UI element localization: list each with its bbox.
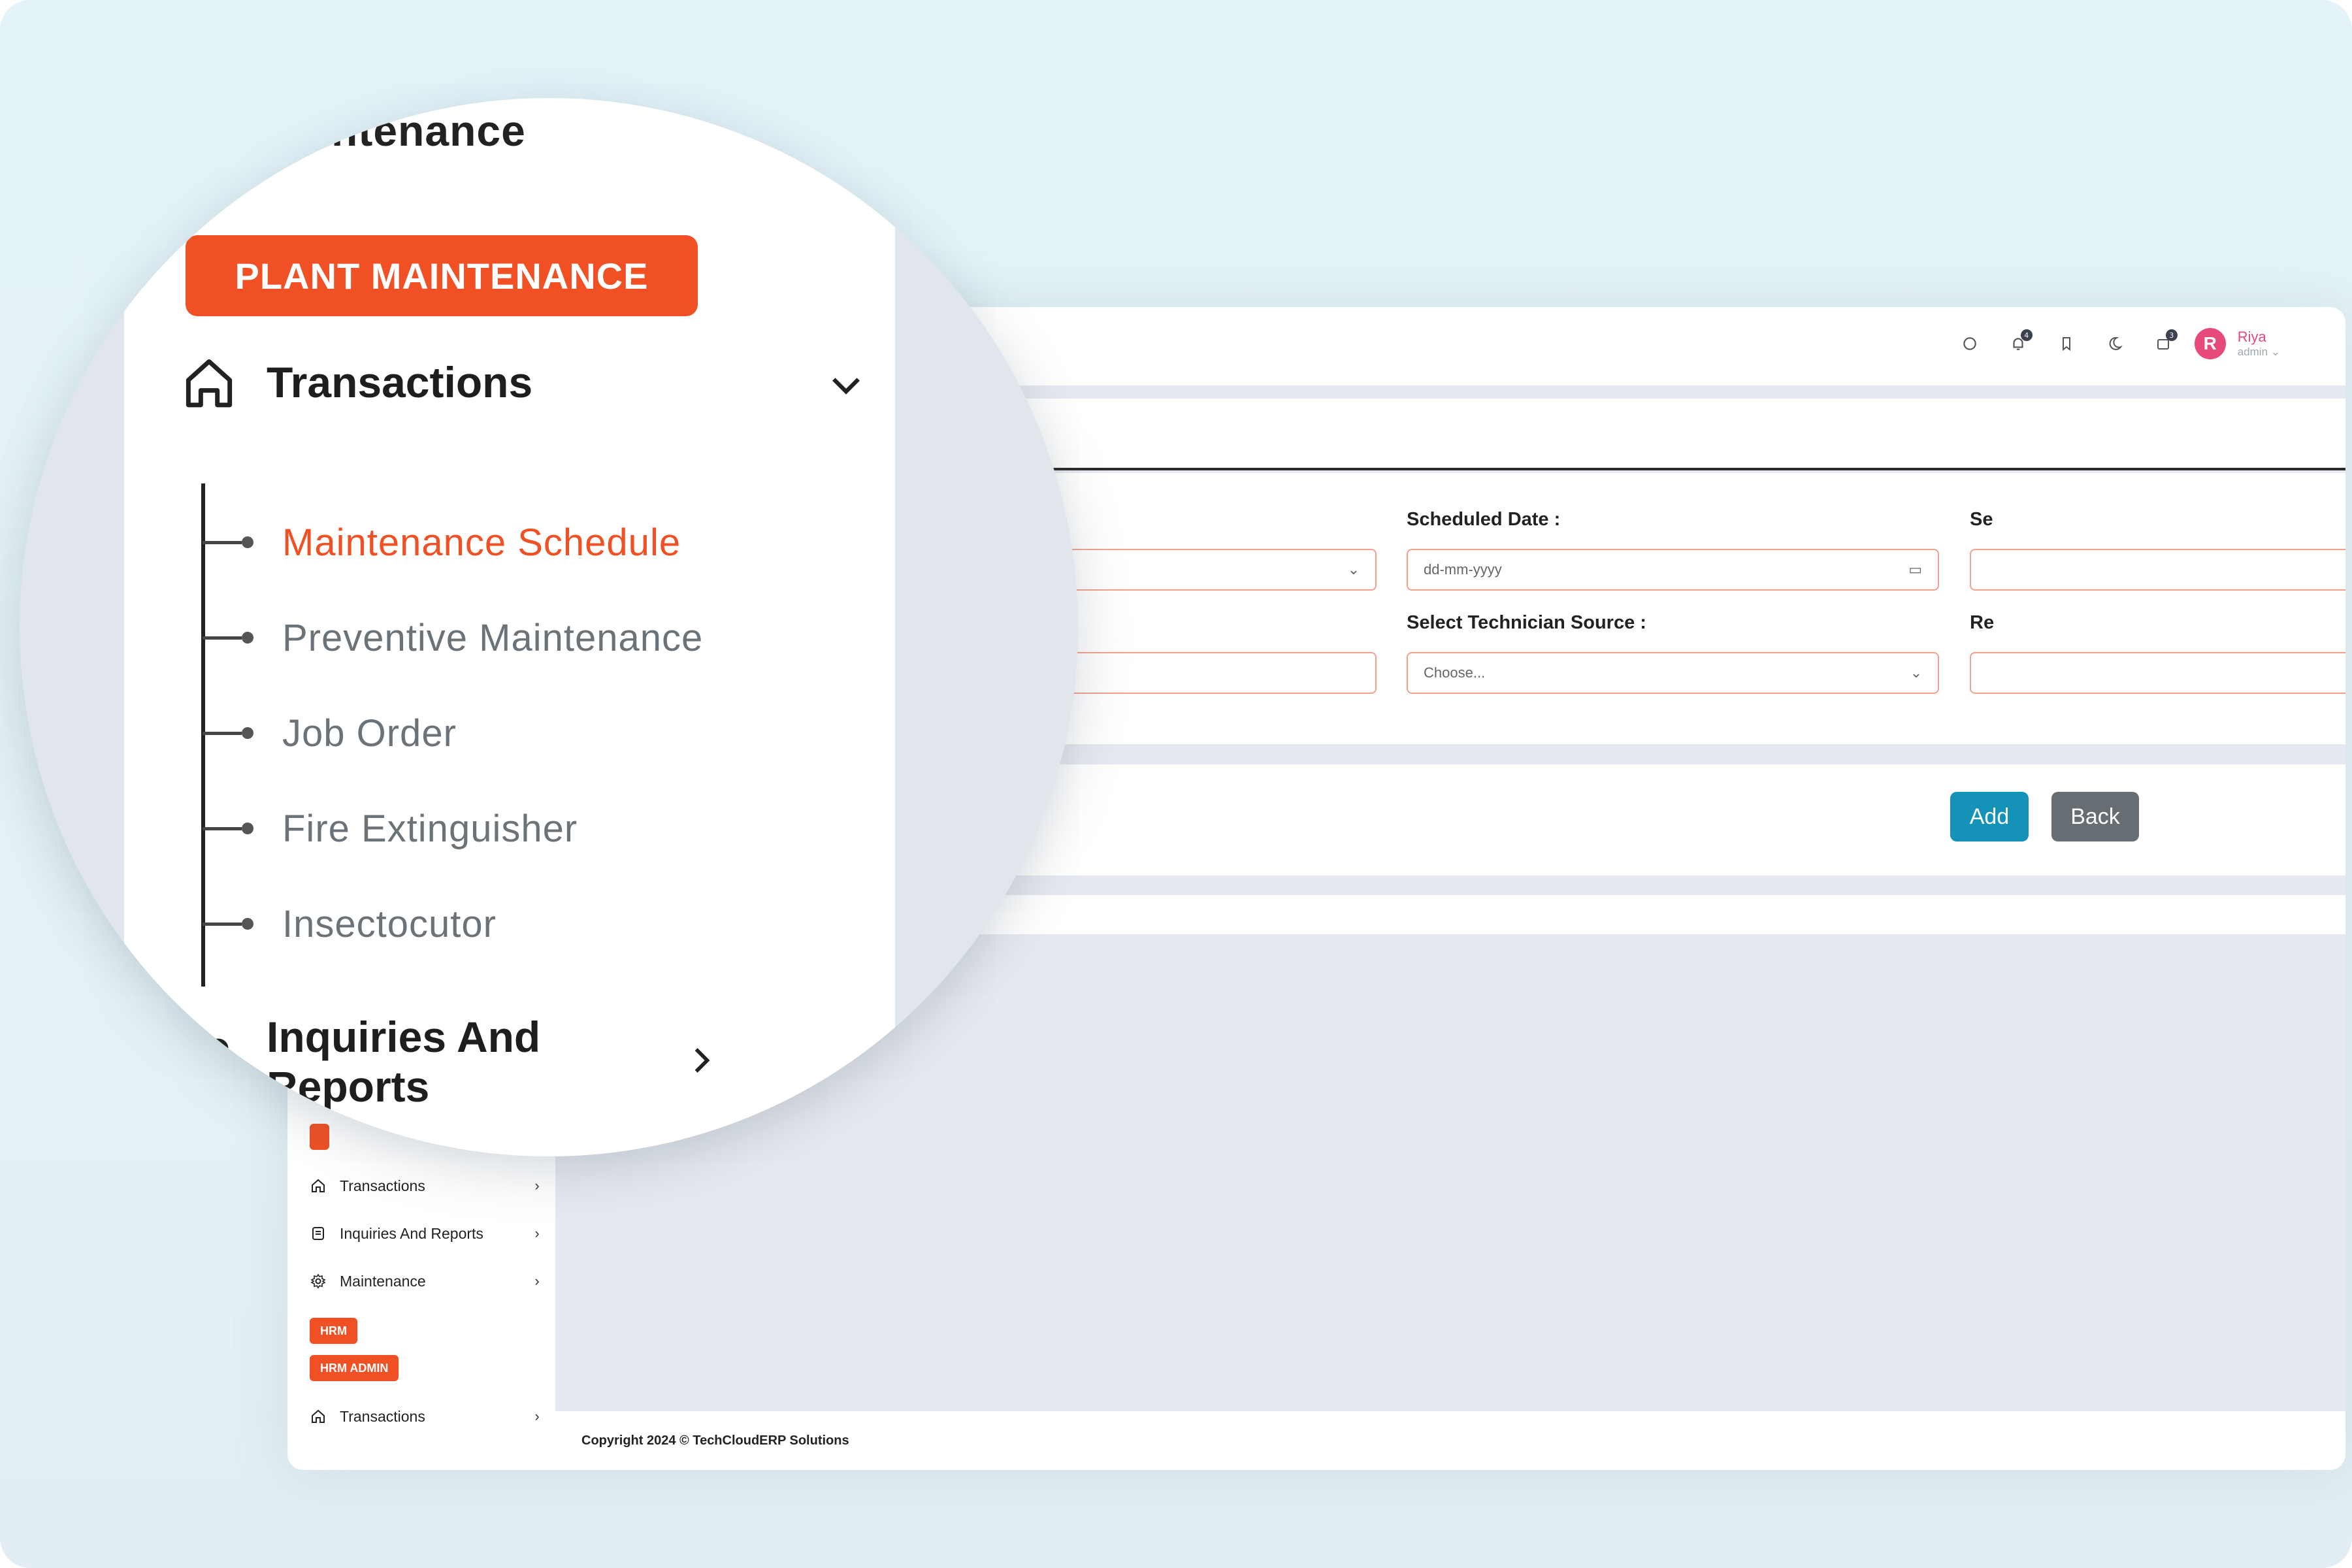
sidebar-item-maintenance[interactable]: Maintenance ›: [308, 1265, 544, 1298]
bookmark-icon[interactable]: [2050, 327, 2083, 361]
gear-icon: [308, 1271, 328, 1291]
search-icon[interactable]: [1953, 327, 1987, 361]
header-actions: 4 3 R Riya admin ⌄: [1938, 327, 2280, 361]
technician-source-select[interactable]: Choose... ⌄: [1407, 652, 1939, 694]
sidebar-item-label: Inquiries And Reports: [340, 1224, 483, 1242]
notification-icon[interactable]: 4: [2001, 327, 2035, 361]
lens-item-fire-extinguisher[interactable]: Fire Extinguisher: [203, 796, 856, 861]
lens-item-insectocutor[interactable]: Insectocutor: [203, 891, 856, 956]
user-menu[interactable]: Riya admin ⌄: [2238, 329, 2280, 359]
technician-source-label: Select Technician Source :: [1407, 612, 1646, 633]
cart-icon[interactable]: 3: [2146, 327, 2180, 361]
lens-title: aintenance: [294, 106, 526, 155]
home-icon: [308, 1176, 328, 1196]
magnifier-lens: aintenance PLANT MAINTENANCE Transaction…: [20, 98, 1078, 1156]
chevron-right-icon: ›: [534, 1177, 540, 1194]
scheduled-date-field: Scheduled Date : dd-mm-yyyy ▭: [1407, 509, 1939, 591]
chevron-right-icon: ›: [534, 1225, 540, 1241]
badge-hrm[interactable]: HRM: [310, 1318, 357, 1344]
document-icon: [308, 1224, 328, 1243]
user-role: admin ⌄: [2237, 346, 2280, 358]
calendar-icon[interactable]: ▭: [1908, 561, 1922, 578]
moon-icon[interactable]: [2098, 327, 2132, 361]
lens-item-preventive-maintenance[interactable]: Preventive Maintenance: [203, 605, 856, 670]
user-name: Riya: [2237, 329, 2266, 345]
sidebar-item-transactions[interactable]: Transactions ›: [308, 1169, 544, 1202]
document-icon: [183, 1032, 235, 1091]
scheduled-date-input[interactable]: dd-mm-yyyy ▭: [1407, 549, 1939, 591]
add-button[interactable]: Add: [1950, 792, 2029, 841]
sidebar-item-transactions-hrm[interactable]: Transactions ›: [308, 1400, 544, 1433]
chevron-down-icon: [830, 357, 862, 407]
home-icon: [183, 353, 235, 412]
lens-section-inquiries[interactable]: Inquiries And Reports: [183, 1013, 862, 1111]
home-icon: [308, 1407, 328, 1426]
plant-maintenance-badge[interactable]: PLANT MAINTENANCE: [186, 235, 698, 316]
lens-item-job-order[interactable]: Job Order: [203, 700, 856, 766]
lens-item-maintenance-schedule[interactable]: Maintenance Schedule: [203, 510, 856, 575]
cart-count: 3: [2165, 329, 2178, 341]
lens-section-transactions[interactable]: Transactions: [183, 346, 862, 418]
badge-hrm-admin[interactable]: HRM ADMIN: [310, 1355, 399, 1381]
chevron-down-icon: ⌄: [1910, 664, 1922, 681]
sidebar-item-label: Maintenance: [340, 1272, 426, 1290]
back-button[interactable]: Back: [2051, 792, 2139, 841]
footer: Copyright 2024 © TechCloudERP Solutions: [555, 1411, 2345, 1470]
screenshot-frame: Transactions › Inquiries And Reports › M…: [0, 0, 2352, 1568]
right-column-field-2: Re: [1970, 612, 2345, 694]
sidebar-item-label: Transactions: [340, 1407, 425, 1425]
chevron-right-icon: ›: [534, 1408, 540, 1424]
technician-source-field: Select Technician Source : Choose... ⌄: [1407, 612, 1939, 694]
notification-count: 4: [2020, 329, 2033, 341]
chevron-right-icon: [693, 1037, 712, 1086]
chevron-down-icon: ⌄: [1347, 561, 1360, 578]
sidebar-item-label: Transactions: [340, 1177, 425, 1194]
chevron-right-icon: ›: [534, 1273, 540, 1289]
sidebar-item-inquiries[interactable]: Inquiries And Reports ›: [308, 1217, 544, 1250]
right-column-field-1: Se: [1970, 509, 2345, 591]
avatar[interactable]: R: [2194, 328, 2226, 359]
scheduled-date-label: Scheduled Date :: [1407, 509, 1561, 530]
